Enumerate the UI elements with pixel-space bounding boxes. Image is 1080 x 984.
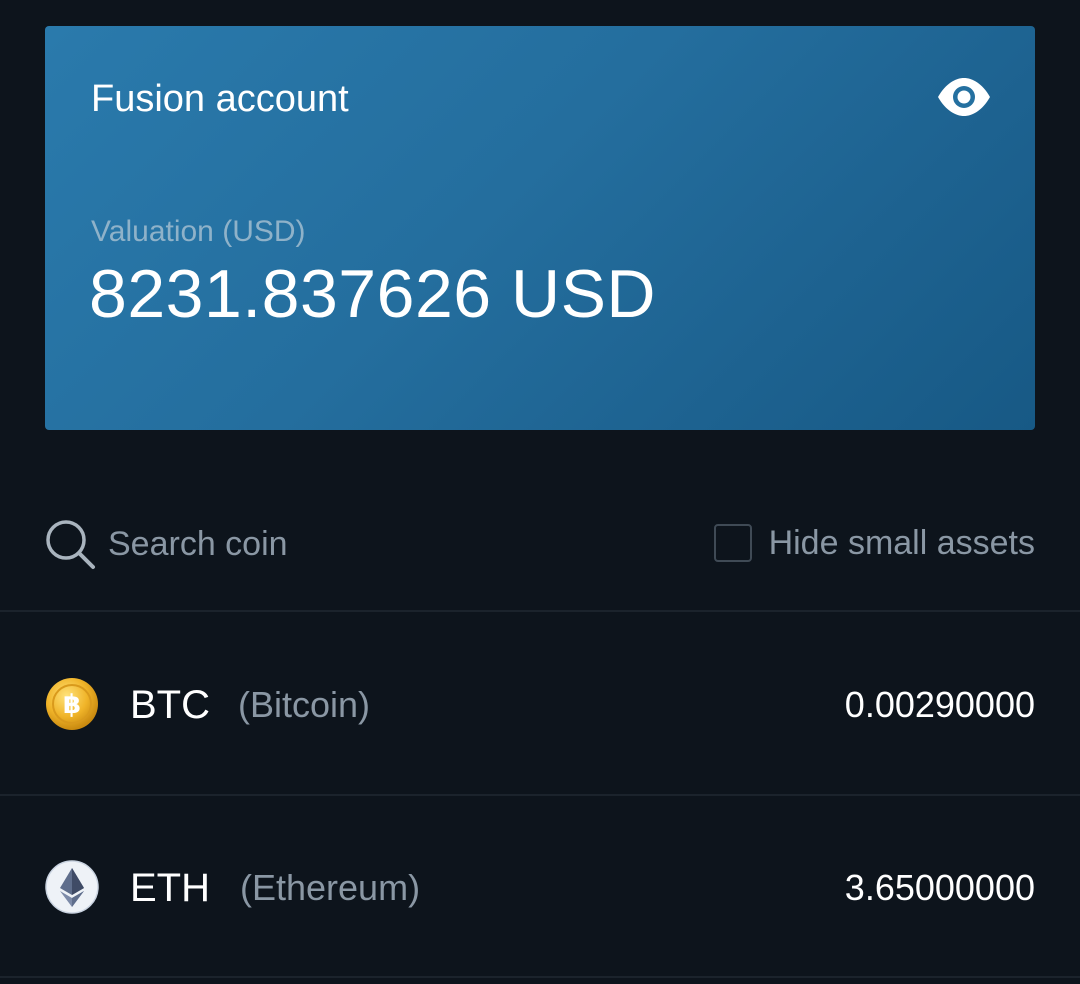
- eye-icon: [938, 78, 990, 116]
- search-input[interactable]: [108, 522, 468, 566]
- coin-row-eth[interactable]: ETH (Ethereum) 3.65000000: [0, 796, 1080, 978]
- valuation-label: Valuation (USD): [91, 215, 306, 248]
- svg-text:฿: ฿: [63, 690, 81, 720]
- hide-small-assets-toggle[interactable]: Hide small assets: [713, 520, 1035, 566]
- toggle-visibility-button[interactable]: [935, 74, 993, 120]
- coin-symbol: BTC: [130, 683, 210, 727]
- bitcoin-icon: ฿: [46, 678, 98, 730]
- search-row: Hide small assets: [0, 500, 1080, 590]
- coin-amount: 3.65000000: [844, 867, 1035, 908]
- coin-name: (Bitcoin): [238, 684, 371, 725]
- hide-small-assets-label: Hide small assets: [768, 523, 1035, 562]
- asset-page: Fusion account Valuation (USD) 8231.8376…: [0, 0, 1080, 984]
- coin-row-btc[interactable]: ฿ BTC (Bitcoin) 0.00290000: [0, 613, 1080, 795]
- coin-symbol: ETH: [130, 866, 210, 910]
- valuation-value: 8231.837626 USD: [89, 256, 657, 332]
- account-title: Fusion account: [91, 78, 349, 120]
- account-card: Fusion account Valuation (USD) 8231.8376…: [45, 26, 1035, 430]
- search-icon[interactable]: [44, 518, 96, 570]
- divider: [0, 610, 1080, 612]
- ethereum-icon: [45, 860, 99, 914]
- divider: [0, 976, 1080, 978]
- hide-small-assets-checkbox[interactable]: [713, 524, 752, 562]
- coin-amount: 0.00290000: [844, 684, 1035, 725]
- coin-name: (Ethereum): [240, 867, 421, 908]
